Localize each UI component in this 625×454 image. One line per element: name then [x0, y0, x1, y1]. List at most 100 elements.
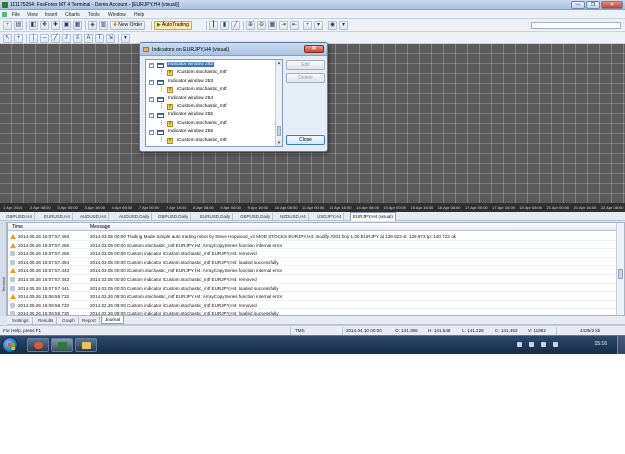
- tree-indicator-item[interactable]: f iCustom.stochastic_mtf: [146, 103, 274, 112]
- taskbar-metatrader[interactable]: [51, 338, 73, 352]
- chart-tab[interactable]: GBPUSD,H4: [4, 213, 36, 221]
- minimize-button[interactable]: —: [571, 1, 585, 9]
- collapse-icon[interactable]: −: [149, 79, 154, 85]
- tree-indicator-window[interactable]: − Indicator window 252: [146, 61, 274, 70]
- tree-indicator-item[interactable]: f iCustom.stochastic_mtf: [146, 69, 274, 78]
- journal-row[interactable]: 2014.05.26 15:07:57.443 2014.03.05 00:00 …: [8, 266, 618, 275]
- profiles-icon[interactable]: ▤: [14, 21, 23, 30]
- autotrading-button[interactable]: ▶AutoTrading: [154, 21, 192, 30]
- horizontal-line-icon[interactable]: ─: [40, 34, 49, 43]
- history-center-icon[interactable]: ▥: [99, 21, 108, 30]
- collapse-icon[interactable]: −: [149, 63, 154, 68]
- scroll-up-icon[interactable]: ▲: [276, 60, 282, 66]
- periods-icon[interactable]: ▾: [314, 21, 323, 30]
- show-desktop-button[interactable]: [617, 336, 625, 354]
- close-button[interactable]: ✕: [601, 1, 623, 9]
- column-message[interactable]: Message: [90, 224, 110, 230]
- candlestick-icon[interactable]: ▮: [220, 21, 229, 30]
- close-dialog-button[interactable]: Close: [286, 135, 325, 145]
- line-chart-icon[interactable]: ╱: [231, 21, 240, 30]
- scrollbar-thumb[interactable]: [618, 269, 623, 279]
- menu-charts[interactable]: Charts: [65, 12, 80, 18]
- tester-tab-results[interactable]: Results: [35, 317, 58, 325]
- maximize-button[interactable]: ❐: [586, 1, 600, 9]
- templates-icon[interactable]: ◉: [328, 21, 337, 30]
- chart-tab[interactable]: GBPUSD,Daily: [238, 213, 274, 221]
- journal-row[interactable]: 2014.05.26 15:06:56.732 2014.02.26 08:00 …: [8, 292, 618, 301]
- taskbar-clock[interactable]: 15:16: [594, 341, 607, 347]
- column-time[interactable]: Time: [12, 224, 23, 230]
- journal-scrollbar[interactable]: [616, 223, 624, 315]
- menu-window[interactable]: Window: [108, 12, 126, 18]
- data-window-icon[interactable]: ✥: [40, 21, 49, 30]
- bar-chart-icon[interactable]: ┃: [209, 21, 218, 30]
- new-chart-icon[interactable]: +: [3, 21, 12, 30]
- tree-scrollbar[interactable]: ▲ ▼: [275, 60, 282, 146]
- navigator-icon[interactable]: ✚: [51, 21, 60, 30]
- journal-row[interactable]: 2014.05.26 15:07:57.443 2014.03.05 00:00 …: [8, 275, 618, 284]
- text-icon[interactable]: A: [84, 34, 93, 43]
- delete-button[interactable]: Delete: [286, 73, 325, 83]
- search-input[interactable]: [531, 22, 621, 29]
- tree-indicator-item[interactable]: f iCustom.stochastic_mtf: [146, 136, 274, 146]
- menu-view[interactable]: View: [27, 12, 38, 18]
- chart-tab[interactable]: USDJPY,H4: [315, 213, 345, 221]
- journal-row[interactable]: 2014.05.26 15:07:57.463 2014.03.05 00:00 …: [8, 232, 618, 241]
- tester-tab-graph[interactable]: Graph: [59, 317, 79, 325]
- taskbar-explorer[interactable]: [75, 338, 97, 352]
- scrollbar-thumb[interactable]: [277, 126, 281, 136]
- start-button[interactable]: [2, 337, 18, 353]
- chart-tab[interactable]: AUDUSD,H4: [78, 213, 110, 221]
- taskbar-browser[interactable]: [27, 338, 49, 352]
- channel-icon[interactable]: ⫽: [62, 34, 71, 43]
- indicators-icon[interactable]: +: [303, 21, 312, 30]
- market-watch-icon[interactable]: ◧: [29, 21, 38, 30]
- journal-row[interactable]: 2014.05.26 15:07:57.441 2014.03.05 00:00 …: [8, 284, 618, 293]
- timeframe-icon[interactable]: ▾: [121, 34, 130, 43]
- zoom-out-icon[interactable]: ⊖: [257, 21, 266, 30]
- collapse-icon[interactable]: −: [149, 96, 154, 102]
- indicator-tree[interactable]: f iCustom.stochastic_mtf − Indicator window…: [145, 59, 283, 147]
- arrow-icon[interactable]: ⇲: [106, 34, 115, 43]
- new-order-button[interactable]: ✚New Order: [110, 21, 146, 30]
- metaeditor-icon[interactable]: ◈: [88, 21, 97, 30]
- chart-tab[interactable]: EURUSD,Daily: [198, 213, 234, 221]
- auto-scroll-icon[interactable]: ⇥: [279, 21, 288, 30]
- collapse-icon[interactable]: −: [149, 113, 154, 119]
- tree-indicator-item[interactable]: f iCustom.stochastic_mtf: [146, 119, 274, 129]
- scroll-down-icon[interactable]: ▼: [276, 140, 282, 146]
- menu-file[interactable]: File: [12, 12, 20, 18]
- fibonacci-icon[interactable]: ≡: [73, 34, 82, 43]
- dialog-close-x-button[interactable]: ✕: [304, 45, 324, 53]
- menu-help[interactable]: Help: [134, 12, 144, 18]
- chart-tab[interactable]: AUDUSD,Daily: [117, 213, 153, 221]
- tree-indicator-window[interactable]: − Indicator window 253: [146, 78, 274, 87]
- chart-tab[interactable]: EURUSD,H4: [42, 213, 74, 221]
- cursor-icon[interactable]: ↖: [3, 34, 12, 43]
- journal-row[interactable]: 2014.05.26 15:06:56.732 2014.02.26 08:00 …: [8, 301, 618, 310]
- edit-button[interactable]: Edit: [286, 60, 325, 70]
- chart-shift-icon[interactable]: ⇤: [290, 21, 299, 30]
- tray-volume-icon[interactable]: [553, 342, 558, 347]
- tester-tab-journal[interactable]: Journal: [101, 316, 125, 324]
- tree-indicator-window[interactable]: − Indicator window 255: [146, 111, 274, 120]
- menu-insert[interactable]: Insert: [45, 12, 58, 18]
- strategy-tester-icon[interactable]: ▦: [73, 21, 82, 30]
- chart-tab[interactable]: GBPUSD,Daily: [156, 213, 192, 221]
- journal-row[interactable]: 2014.05.26 15:07:57.454 2014.03.05 00:00 …: [8, 258, 618, 267]
- journal-row[interactable]: 2014.05.26 15:07:57.456 2014.03.05 00:00 …: [8, 241, 618, 250]
- label-icon[interactable]: T: [95, 34, 104, 43]
- zoom-in-icon[interactable]: ⊕: [246, 21, 255, 30]
- tree-indicator-window[interactable]: − Indicator window 256: [146, 128, 274, 137]
- tile-windows-icon[interactable]: ▦: [268, 21, 277, 30]
- trendline-icon[interactable]: ╱: [51, 34, 60, 43]
- crosshair-icon[interactable]: +: [14, 34, 23, 43]
- templates-dropdown-icon[interactable]: ▾: [339, 21, 348, 30]
- tester-tab-report[interactable]: Report: [79, 317, 100, 325]
- menu-tools[interactable]: Tools: [88, 12, 100, 18]
- tree-indicator-item[interactable]: f iCustom.stochastic_mtf: [146, 86, 274, 95]
- terminal-icon[interactable]: ▣: [62, 21, 71, 30]
- tester-tab-settings[interactable]: Settings: [9, 317, 33, 325]
- tray-flag-icon[interactable]: [529, 342, 534, 347]
- tray-arrow-icon[interactable]: [517, 342, 522, 347]
